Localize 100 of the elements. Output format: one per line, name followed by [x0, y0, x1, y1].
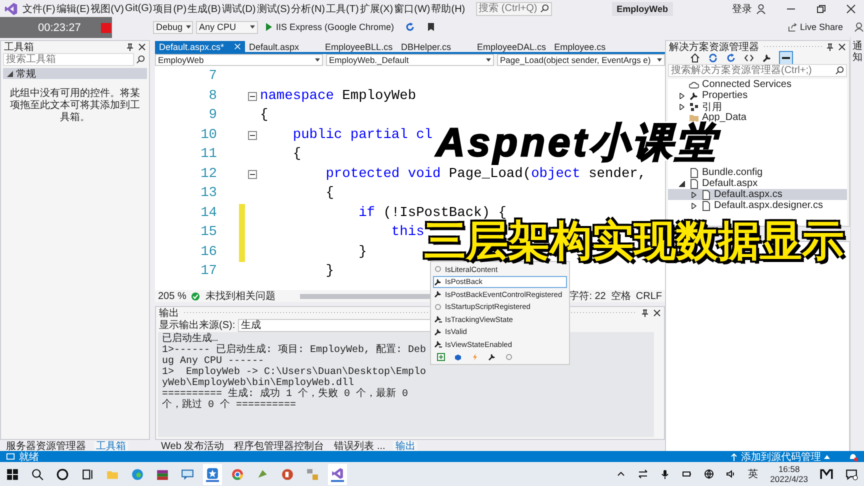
presentation-icon[interactable] [281, 468, 294, 480]
run-button[interactable]: IIS Express (Google Chrome) [265, 22, 394, 32]
notification-center-icon[interactable] [845, 468, 858, 480]
chrome-icon[interactable] [231, 468, 244, 480]
circle-icon[interactable] [56, 468, 69, 480]
notification-bell-icon[interactable] [848, 452, 858, 462]
menu-item[interactable]: 扩展(X) [359, 2, 394, 16]
menu-item[interactable]: 工具(T) [326, 2, 360, 16]
microphone-icon[interactable] [660, 469, 670, 479]
notifications-tab[interactable]: 通知 [852, 41, 862, 63]
document-tab[interactable]: EmployeeDAL.cs [473, 41, 550, 52]
wrench-icon[interactable] [488, 352, 496, 360]
panel-tab[interactable]: 服务器资源管理器 [4, 440, 88, 452]
bookmark-icon[interactable] [426, 22, 436, 32]
collapse-icon[interactable] [248, 130, 256, 140]
menu-item[interactable]: 生成(B) [187, 2, 222, 16]
tree-item[interactable]: Connected Services [668, 79, 847, 90]
pin-icon[interactable] [826, 42, 834, 50]
platform-dropdown[interactable]: Any CPU [196, 20, 258, 34]
navigation-dropdown[interactable]: EmployWeb [155, 54, 323, 66]
menu-item[interactable]: 项目(P) [152, 2, 188, 16]
navigation-dropdown[interactable]: EmployWeb._Default [326, 54, 494, 66]
pin-icon[interactable] [126, 42, 134, 50]
wrench-icon[interactable] [762, 52, 772, 62]
tree-item[interactable]: Properties [668, 90, 847, 101]
configuration-dropdown[interactable]: Debug [153, 20, 193, 34]
user-icon[interactable] [756, 4, 766, 14]
panel-tab[interactable]: 错误列表 ... [332, 440, 388, 452]
close-icon[interactable] [138, 42, 146, 50]
tree-item[interactable]: Default.aspx [668, 178, 847, 189]
panel-tab[interactable]: Web 发布活动 [159, 440, 226, 452]
collapsed-arrow-icon[interactable] [691, 202, 697, 208]
toolbox-group[interactable]: 常规 [3, 68, 147, 79]
books-icon[interactable] [156, 468, 169, 480]
menu-item[interactable]: Git(G) [124, 3, 153, 14]
document-tab[interactable]: EmployeeBLL.cs [321, 41, 398, 52]
feedback-icon[interactable] [854, 22, 864, 32]
app-icon[interactable] [256, 468, 269, 480]
tree-item[interactable]: App_Data [668, 112, 847, 123]
sync-icon[interactable] [708, 52, 718, 62]
collapsed-arrow-icon[interactable] [691, 192, 697, 198]
menu-item[interactable]: 文件(F) [22, 2, 56, 16]
task-view-icon[interactable] [81, 468, 94, 480]
home-icon[interactable] [690, 52, 700, 62]
source-control-button[interactable]: 添加到源代码管理 [730, 450, 830, 464]
document-tab[interactable]: Default.aspx [245, 41, 322, 52]
menu-item[interactable]: 视图(V) [90, 2, 124, 16]
menu-item[interactable]: 编辑(E) [56, 2, 90, 16]
close-icon[interactable] [838, 42, 846, 50]
menu-item[interactable]: 帮助(H) [430, 2, 466, 16]
browser-icon[interactable] [131, 468, 144, 480]
search-icon[interactable] [31, 468, 44, 480]
document-tab[interactable]: Default.aspx.cs* [155, 41, 246, 52]
cube-icon[interactable] [454, 352, 462, 360]
battery-icon[interactable] [682, 469, 692, 479]
globe-icon[interactable] [704, 469, 714, 479]
issues-status[interactable]: 未找到相关问题 [205, 289, 276, 303]
tree-item[interactable]: 引用 [668, 101, 847, 112]
add-icon[interactable] [437, 352, 445, 360]
code-line: if (!IsPostBack) { [358, 206, 506, 221]
expanded-arrow-icon[interactable] [679, 180, 685, 186]
arrows-icon[interactable] [638, 469, 648, 479]
restore-icon[interactable] [816, 4, 826, 14]
windows-start-icon[interactable] [6, 468, 19, 480]
collapse-icon[interactable] [248, 92, 256, 101]
sign-in-link[interactable]: 登录 [732, 2, 752, 16]
method-icon[interactable] [505, 352, 513, 360]
collapse-icon[interactable] [248, 170, 256, 179]
input-method-indicator[interactable]: 英 [748, 467, 758, 481]
menu-item[interactable]: 窗口(W) [394, 2, 431, 16]
panel-tab[interactable]: 工具箱 [94, 440, 128, 452]
tree-item[interactable]: Default.aspx.cs [668, 189, 847, 200]
pin-icon[interactable] [641, 308, 649, 316]
refresh-icon[interactable] [726, 52, 736, 62]
speaker-icon[interactable] [726, 469, 736, 479]
zoom-dropdown[interactable]: 205 % [158, 290, 186, 302]
preview-toggle-icon[interactable] [780, 52, 792, 64]
panel-tab[interactable]: 程序包管理器控制台 [232, 440, 326, 452]
panel-tab[interactable]: 输出 [393, 440, 418, 452]
close-icon[interactable] [653, 308, 661, 316]
clock[interactable]: 16:58 2022/4/23 [770, 464, 808, 484]
menu-item[interactable]: 调试(D) [221, 2, 256, 16]
app-tray-icon[interactable] [820, 468, 833, 480]
search-field[interactable]: 搜索工具箱 [3, 53, 134, 66]
live-share-button[interactable]: Live Share [788, 22, 843, 32]
collapsed-arrow-icon[interactable] [679, 104, 685, 110]
tree-item[interactable]: Default.aspx.designer.cs [668, 200, 847, 211]
menu-item[interactable]: 分析(N) [290, 2, 326, 16]
collapsed-arrow-icon[interactable] [679, 92, 685, 98]
video-title-caption: Aspnet小课堂 [434, 122, 720, 165]
tree-item[interactable]: Bundle.config [668, 167, 847, 178]
menu-item[interactable]: 测试(S) [256, 2, 291, 16]
navigation-dropdown[interactable]: Page_Load(object sender, EventArgs e) [497, 54, 665, 66]
search-field[interactable]: 搜索 (Ctrl+Q) [476, 2, 552, 16]
chat-icon[interactable] [181, 468, 194, 480]
refresh-icon[interactable] [405, 22, 416, 32]
document-tab[interactable]: Employee.cs [550, 41, 626, 52]
code-icon[interactable] [744, 52, 754, 62]
document-tab[interactable]: DBHelper.cs [397, 41, 474, 52]
close-icon[interactable] [846, 4, 856, 14]
